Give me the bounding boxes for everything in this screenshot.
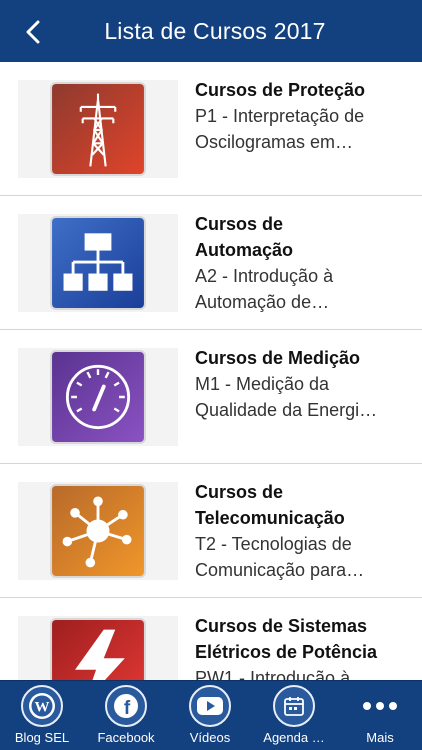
tab-label: Agenda … xyxy=(263,730,325,745)
course-category-title: Cursos de Proteção xyxy=(195,80,366,100)
list-item[interactable]: Cursos de Medição M1 - Medição da Qualid… xyxy=(0,330,422,464)
course-category-title: Cursos de Sistemas Elétricos de Potência xyxy=(195,616,378,662)
facebook-icon: f xyxy=(105,685,147,727)
navigation-bar: Lista de Cursos 2017 xyxy=(0,0,422,62)
course-category-title: Cursos de Telecomunicação xyxy=(195,482,345,528)
course-thumbnail xyxy=(18,482,178,580)
course-list[interactable]: Cursos de Proteção P1 - Interpretação de… xyxy=(0,62,422,680)
tab-agenda[interactable]: Agenda … xyxy=(252,685,336,749)
list-item[interactable]: Cursos de Telecomunicação T2 - Tecnologi… xyxy=(0,464,422,598)
gauge-icon xyxy=(50,350,146,444)
course-subtitle: T2 - Tecnologias de Comunicação para… xyxy=(195,534,365,580)
tab-label: Mais xyxy=(366,730,394,745)
list-item[interactable]: Cursos de Sistemas Elétricos de Potência… xyxy=(0,598,422,680)
tab-label: Blog SEL xyxy=(14,730,70,745)
list-item[interactable]: Cursos de Automação A2 - Introdução à Au… xyxy=(0,196,422,330)
tab-blog-sel[interactable]: W Blog SEL xyxy=(0,685,84,749)
course-thumbnail xyxy=(18,616,178,680)
network-hierarchy-icon xyxy=(50,216,146,310)
tab-videos[interactable]: Vídeos xyxy=(168,685,252,749)
svg-text:f: f xyxy=(124,698,131,719)
course-subtitle: A2 - Introdução à Automação de… xyxy=(195,266,334,312)
course-category-title: Cursos de Medição xyxy=(195,348,361,368)
course-thumbnail xyxy=(18,80,178,178)
transmission-tower-icon xyxy=(50,82,146,176)
course-thumbnail xyxy=(18,348,178,446)
tab-facebook[interactable]: f Facebook xyxy=(84,685,168,749)
list-item[interactable]: Cursos de Proteção P1 - Interpretação de… xyxy=(0,62,422,196)
tab-label: Vídeos xyxy=(189,730,231,745)
page-title: Lista de Cursos 2017 xyxy=(104,18,326,44)
hub-network-icon xyxy=(50,484,146,578)
course-subtitle: P1 - Interpretação de Oscilogramas em… xyxy=(195,106,365,152)
course-thumbnail xyxy=(18,214,178,312)
youtube-icon xyxy=(189,685,231,727)
wordpress-icon: W xyxy=(21,685,63,727)
course-subtitle: PW1 - Introdução à xyxy=(195,668,351,680)
tab-bar: W Blog SEL f Facebook Vídeos Agenda … Ma… xyxy=(0,680,422,750)
lightning-bolt-icon xyxy=(50,618,146,680)
tab-more[interactable]: Mais xyxy=(338,685,422,749)
course-category-title: Cursos de Automação xyxy=(195,214,294,260)
svg-text:W: W xyxy=(35,700,50,716)
course-subtitle: M1 - Medição da Qualidade da Energi… xyxy=(195,374,378,420)
calendar-icon xyxy=(273,685,315,727)
tab-label: Facebook xyxy=(97,730,155,745)
more-dots-icon xyxy=(338,685,422,727)
